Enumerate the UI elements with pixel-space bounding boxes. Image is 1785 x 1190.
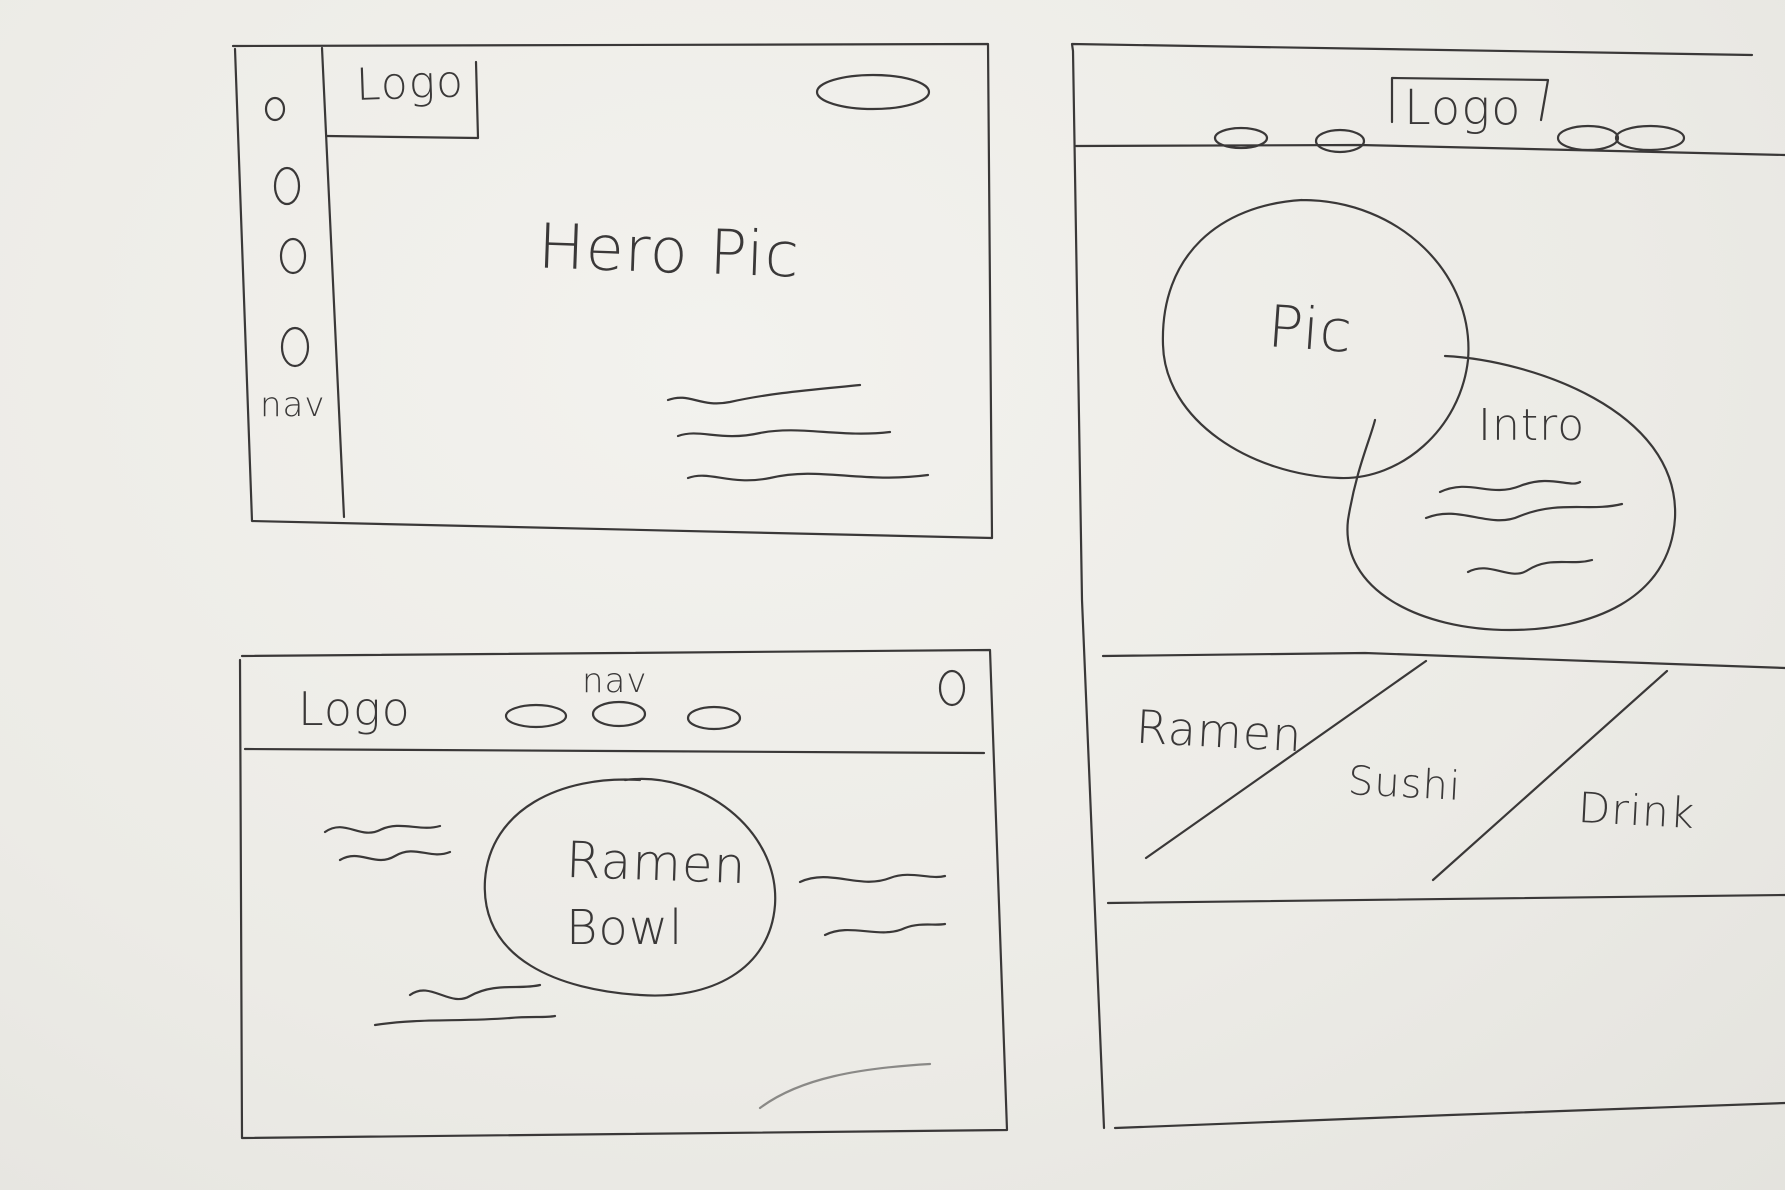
ramen-bowl-label-line2: Bowl bbox=[566, 900, 684, 956]
bottom-left-logo-label: Logo bbox=[298, 682, 411, 736]
profile-circle-sketch bbox=[938, 669, 966, 707]
header-divider bbox=[243, 747, 986, 755]
top-left-hero-label: Hero Pic bbox=[536, 209, 802, 292]
category-ramen-label: Ramen bbox=[1134, 699, 1304, 763]
ramen-bowl-label-line1: Ramen bbox=[565, 830, 748, 896]
nav-pill-3 bbox=[686, 705, 742, 731]
intro-squiggle-2 bbox=[1424, 502, 1624, 522]
intro-blob bbox=[1346, 354, 1677, 632]
category-drink-label: Drink bbox=[1576, 782, 1697, 839]
right-bottom-line bbox=[1113, 1101, 1785, 1130]
squiggle-bottom-1 bbox=[408, 983, 542, 1001]
sidebar-divider bbox=[320, 46, 346, 519]
squiggle-bottom-2 bbox=[373, 1014, 557, 1027]
paper-sheet: Logo Hero Pic nav Logo nav Ramen Bowl Lo… bbox=[0, 0, 1785, 1190]
wireframe-right bbox=[1070, 42, 1785, 1130]
nav-pill-1 bbox=[504, 703, 568, 729]
frame-top-left bbox=[231, 42, 994, 540]
wireframe-top-left bbox=[231, 42, 994, 540]
top-left-nav-label: nav bbox=[260, 385, 326, 425]
nav-circle-4 bbox=[280, 326, 310, 368]
squiggle-right-1 bbox=[798, 873, 947, 884]
right-logo-label: Logo bbox=[1404, 80, 1522, 136]
wireframe-sketches bbox=[231, 42, 1785, 1140]
text-squiggle-1 bbox=[666, 383, 862, 405]
category-diagonal-2 bbox=[1431, 669, 1669, 882]
frame-right-top-left bbox=[1070, 42, 1754, 1130]
nav-pill-2 bbox=[591, 700, 647, 728]
category-divider-bottom bbox=[1106, 893, 1785, 905]
top-left-logo-label: Logo bbox=[355, 56, 465, 111]
header-button-sketch bbox=[815, 73, 931, 111]
squiggle-left-2 bbox=[338, 850, 452, 862]
text-squiggle-3 bbox=[686, 472, 930, 482]
intro-squiggle-3 bbox=[1466, 558, 1594, 575]
faint-pencil-line bbox=[758, 1062, 932, 1110]
right-intro-label: Intro bbox=[1478, 400, 1586, 451]
nav-circle-1 bbox=[264, 96, 286, 122]
text-squiggle-2 bbox=[676, 429, 892, 438]
right-pic-label: Pic bbox=[1265, 292, 1355, 366]
intro-squiggle-1 bbox=[1438, 479, 1582, 494]
right-nav-pill-2 bbox=[1314, 128, 1366, 154]
category-divider-top bbox=[1101, 651, 1785, 670]
squiggle-left-1 bbox=[323, 824, 442, 834]
category-sushi-label: Sushi bbox=[1346, 758, 1463, 810]
right-nav-pill-3 bbox=[1556, 124, 1620, 152]
right-nav-pill-4 bbox=[1614, 124, 1686, 152]
nav-circle-2 bbox=[273, 166, 301, 206]
bottom-left-nav-label: nav bbox=[582, 661, 648, 701]
squiggle-right-2 bbox=[823, 922, 947, 937]
nav-circle-3 bbox=[279, 237, 307, 275]
header-divider-right bbox=[1074, 143, 1785, 157]
